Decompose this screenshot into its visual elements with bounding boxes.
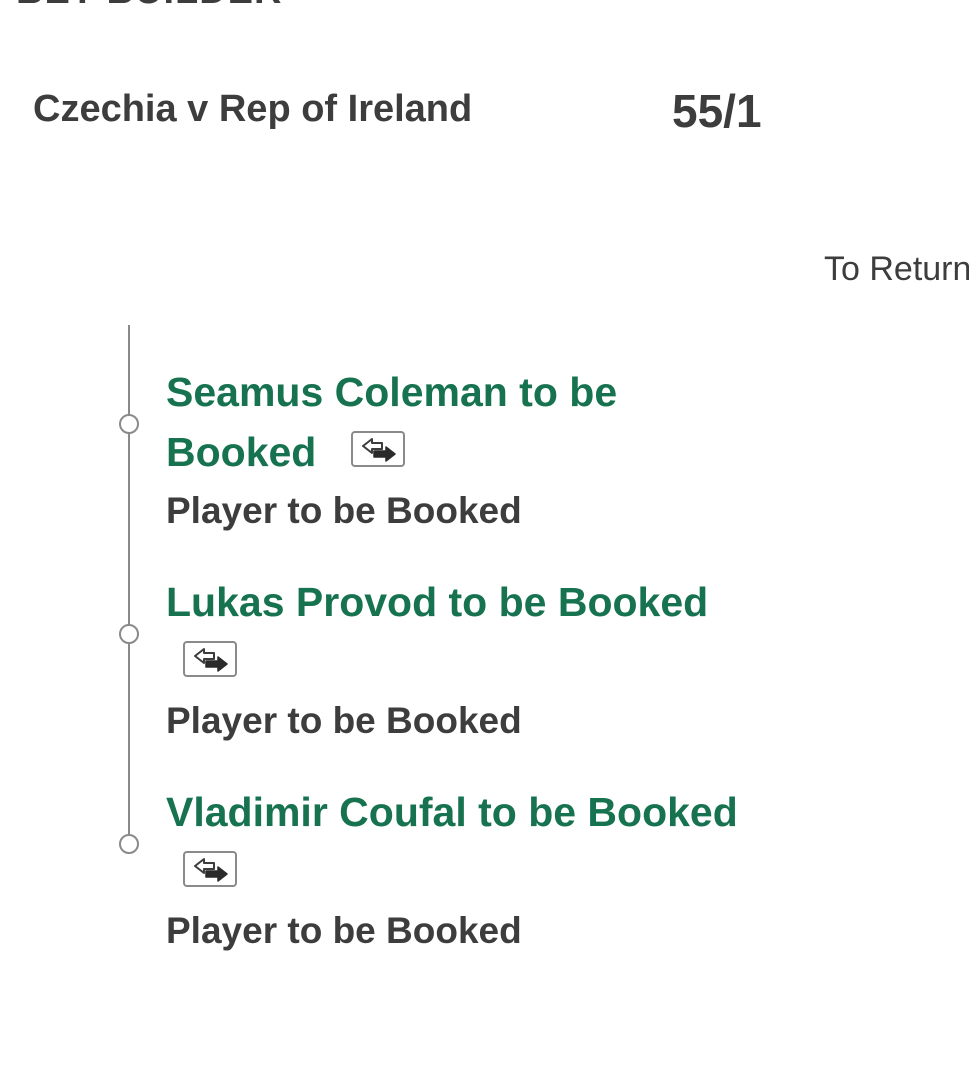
selection-title: Lukas Provod to be Booked bbox=[166, 572, 708, 632]
selection-title-line: Lukas Provod to be Booked bbox=[166, 579, 709, 625]
bet-builder-heading: BET BUILDER bbox=[16, 0, 282, 13]
timeline-node bbox=[119, 414, 139, 434]
swap-icon bbox=[194, 858, 228, 882]
market-label: Player to be Booked bbox=[166, 490, 522, 531]
selection-title-line: Vladimir Coufal to be Booked bbox=[166, 789, 738, 835]
match-name: Czechia v Rep of Ireland bbox=[33, 88, 473, 130]
timeline-node bbox=[119, 834, 139, 854]
timeline-line bbox=[128, 325, 130, 843]
swap-icon bbox=[194, 648, 228, 672]
timeline-node bbox=[119, 624, 139, 644]
swap-selection-button[interactable] bbox=[183, 851, 237, 887]
swap-selection-button[interactable] bbox=[183, 641, 237, 677]
swap-icon bbox=[362, 438, 396, 462]
market-label: Player to be Booked bbox=[166, 700, 522, 741]
market-label: Player to be Booked bbox=[166, 910, 522, 951]
combined-odds: 55/1 bbox=[672, 85, 762, 137]
swap-selection-button[interactable] bbox=[351, 431, 405, 467]
selection-title-line: Seamus Coleman to be bbox=[166, 369, 618, 415]
to-return-label: To Return bbox=[824, 250, 969, 288]
selection-title: Vladimir Coufal to be Booked bbox=[166, 782, 738, 842]
